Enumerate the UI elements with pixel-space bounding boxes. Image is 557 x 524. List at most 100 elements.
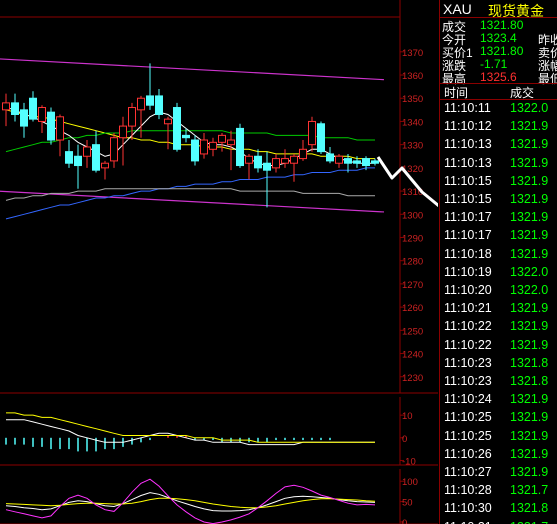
quote-value: -1.71 <box>480 57 508 71</box>
trade-row: 11:10:25 1321.9 <box>440 410 557 427</box>
trade-price: 1322.0 <box>510 101 549 115</box>
candle-body <box>2 102 10 111</box>
trade-time: 11:10:25 <box>444 410 492 425</box>
trade-price: 1321.8 <box>510 501 549 516</box>
candle-body <box>263 162 271 171</box>
trade-row: 11:10:20 1322.0 <box>440 283 557 300</box>
trade-price: 1321.9 <box>510 337 549 352</box>
trade-row: 11:10:24 1321.9 <box>440 392 557 409</box>
trade-price: 1321.9 <box>510 301 549 316</box>
trade-price: 1321.7 <box>510 520 548 524</box>
trade-time: 11:10:12 <box>444 119 492 134</box>
trade-time: 11:10:31 <box>444 520 492 524</box>
quote-value: 1323.4 <box>480 31 517 45</box>
candle-body <box>101 162 109 169</box>
candle-body <box>29 97 37 120</box>
candle-body <box>155 95 163 115</box>
trendline <box>0 190 385 213</box>
trade-price: 1321.9 <box>510 246 549 261</box>
candle-body <box>353 160 361 164</box>
trade-row: 11:10:11 1322.0 <box>440 101 557 118</box>
y-tick-label: 1300 <box>402 210 423 221</box>
y-tick-label: 1330 <box>402 141 423 152</box>
trade-time: 11:10:11 <box>444 101 491 115</box>
divider <box>440 99 557 100</box>
candle-body <box>146 95 154 106</box>
candle-body <box>227 139 235 146</box>
quote-row: 成交 1321.80 <box>440 18 557 34</box>
candle-body <box>200 139 208 155</box>
quote-row: 今开 1323.4 昨收 <box>440 31 557 47</box>
trade-row: 11:10:17 1321.9 <box>440 210 557 227</box>
trade-time: 11:10:13 <box>444 137 492 152</box>
macd-dif-line <box>6 419 375 446</box>
candle-body <box>254 155 262 169</box>
y-tick-label: 0 <box>402 434 407 445</box>
trade-price: 1321.9 <box>510 392 549 407</box>
y-tick-label: 10 <box>402 411 413 422</box>
trade-price: 1321.9 <box>510 155 549 170</box>
candle-body <box>74 155 82 167</box>
y-tick-label: -10 <box>402 456 416 467</box>
candle-body <box>308 120 316 146</box>
trade-time: 11:10:24 <box>444 392 492 407</box>
candle-body <box>110 137 118 162</box>
y-tick-label: 1250 <box>402 326 423 337</box>
trade-price: 1322.0 <box>510 283 549 297</box>
quote-value: 1321.80 <box>480 44 524 58</box>
trade-row: 11:10:12 1321.9 <box>440 119 557 136</box>
candle-body <box>20 109 28 127</box>
trade-price: 1321.9 <box>510 446 549 461</box>
candle-body <box>65 151 73 164</box>
trade-time: 11:10:23 <box>444 374 492 388</box>
y-tick-label: 1290 <box>402 233 423 244</box>
candle-body <box>317 123 325 153</box>
trade-time: 11:10:23 <box>444 355 492 370</box>
trade-row: 11:10:22 1321.9 <box>440 319 557 336</box>
trade-time: 11:10:22 <box>444 319 492 334</box>
trade-price: 1321.9 <box>510 173 549 188</box>
trade-time: 11:10:22 <box>444 337 492 352</box>
trade-price: 1321.8 <box>510 355 549 370</box>
candle-body <box>137 97 145 111</box>
trade-row: 11:10:27 1321.9 <box>440 465 557 482</box>
trade-price: 1321.9 <box>510 210 549 225</box>
trade-price: 1321.9 <box>510 319 549 334</box>
y-tick-label: 1270 <box>402 280 423 291</box>
y-tick-label: 100 <box>402 477 418 488</box>
candle-body <box>299 148 307 160</box>
trade-price: 1321.9 <box>510 192 549 206</box>
trade-row: 11:10:26 1321.9 <box>440 447 557 464</box>
trade-row: 11:10:31 1321.7 <box>440 520 557 524</box>
trade-price: 1321.7 <box>510 483 549 498</box>
candle-body <box>56 116 64 141</box>
trade-price: 1321.9 <box>510 119 549 134</box>
trade-row: 11:10:17 1321.9 <box>440 228 557 245</box>
candle-body <box>335 155 343 164</box>
candle-body <box>344 158 352 164</box>
trade-price: 1321.9 <box>510 137 549 152</box>
trade-time: 11:10:15 <box>444 192 492 206</box>
trade-row: 11:10:22 1321.9 <box>440 338 557 355</box>
trade-time: 11:10:28 <box>444 483 492 498</box>
candle-body <box>38 107 46 122</box>
trade-time: 11:10:13 <box>444 155 492 170</box>
y-tick-label: 1240 <box>402 350 423 361</box>
candle-body <box>326 153 334 162</box>
trade-row: 11:10:19 1322.0 <box>440 265 557 282</box>
chart-canvas: 1370136013501340133013201310130012901280… <box>0 0 438 524</box>
candle-body <box>164 118 172 125</box>
trade-row: 11:10:13 1321.9 <box>440 137 557 154</box>
trade-row: 11:10:28 1321.7 <box>440 483 557 500</box>
candle-body <box>209 141 217 150</box>
quote-row: 最高 1325.6 最低 <box>440 70 557 86</box>
quote-header: XAU 现货黄金 <box>440 0 557 19</box>
kdj-d-line <box>5 497 376 509</box>
trade-time: 11:10:25 <box>444 428 492 443</box>
candle-body <box>362 158 370 167</box>
quote-value: 1321.80 <box>480 18 524 32</box>
trade-row: 11:10:13 1321.9 <box>440 156 557 173</box>
trade-time: 11:10:21 <box>444 301 492 316</box>
trendline <box>0 58 385 81</box>
y-tick-label: 0 <box>402 518 407 524</box>
